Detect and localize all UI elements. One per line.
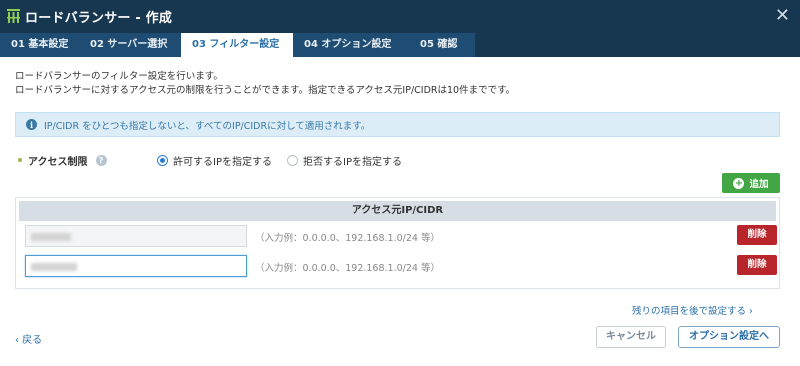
step-tabs: 01 基本設定 02 サーバー選択 03 フィルター設定 04 オプション設定 … (0, 33, 800, 57)
radio-allow-label[interactable]: 許可するIPを指定する (173, 153, 272, 168)
info-banner: i IP/CIDR をひとつも指定しないと、すべてのIP/CIDRに対して適用さ… (15, 112, 780, 137)
next-option-settings-button[interactable]: オプション設定へ (678, 326, 780, 348)
cancel-button[interactable]: キャンセル (596, 326, 666, 348)
tab-server-select[interactable]: 02 サーバー選択 (79, 33, 181, 57)
add-button[interactable]: + 追加 (722, 173, 780, 193)
ip-cidr-header: アクセス元IP/CIDR (19, 201, 776, 221)
dialog-titlebar: ロードバランサー - 作成 ✕ (0, 0, 800, 33)
ip-cidr-input[interactable] (25, 225, 247, 247)
description: ロードバランサーのフィルター設定を行います。 ロードバランサーに対するアクセス元… (15, 70, 515, 98)
back-link[interactable]: ‹ 戻る (15, 331, 42, 346)
tab-bar-spacer (475, 33, 800, 57)
radio-checked-icon[interactable] (157, 155, 168, 166)
plus-icon: + (733, 177, 745, 189)
tab-basic-settings[interactable]: 01 基本設定 (0, 33, 79, 57)
radio-deny-ip[interactable]: 拒否するIPを指定する (287, 153, 402, 168)
add-button-label: 追加 (749, 179, 769, 190)
info-icon: i (26, 119, 37, 130)
load-balancer-icon (6, 9, 20, 25)
access-restriction-row: アクセス制限 ? (18, 152, 107, 168)
help-icon[interactable]: ? (95, 154, 107, 166)
bullet-dot (18, 158, 22, 162)
set-later-link[interactable]: 残りの項目を後で設定する › (632, 303, 753, 317)
input-example-hint: （入力例：0.0.0.0、192.168.1.0/24 等） (255, 233, 440, 244)
info-text: IP/CIDR をひとつも指定しないと、すべてのIP/CIDRに対して適用されま… (44, 120, 371, 132)
description-line-2: ロードバランサーに対するアクセス元の制限を行うことができます。指定できるアクセス… (15, 85, 516, 96)
table-row: （入力例：0.0.0.0、192.168.1.0/24 等） 削除 (25, 225, 777, 247)
tab-option-settings[interactable]: 04 オプション設定 (293, 33, 409, 57)
close-icon[interactable]: ✕ (775, 6, 790, 26)
redacted-value (31, 263, 77, 271)
radio-allow-ip[interactable]: 許可するIPを指定する (157, 153, 272, 168)
access-restriction-label: アクセス制限 (28, 156, 88, 168)
input-example-hint: （入力例：0.0.0.0、192.168.1.0/24 等） (255, 263, 440, 274)
ip-cidr-input[interactable] (25, 255, 247, 277)
description-line-1: ロードバランサーのフィルター設定を行います。 (15, 71, 223, 82)
table-row: （入力例：0.0.0.0、192.168.1.0/24 等） 削除 (25, 255, 777, 277)
radio-unchecked-icon[interactable] (287, 155, 298, 166)
tab-confirm[interactable]: 05 確認 (409, 33, 475, 57)
dialog-title: ロードバランサー - 作成 (25, 11, 173, 26)
radio-deny-label[interactable]: 拒否するIPを指定する (303, 153, 402, 168)
delete-button[interactable]: 削除 (737, 255, 777, 275)
delete-button[interactable]: 削除 (737, 225, 777, 245)
ip-cidr-panel: アクセス元IP/CIDR （入力例：0.0.0.0、192.168.1.0/24… (15, 197, 780, 289)
redacted-value (31, 233, 71, 241)
tab-filter-settings[interactable]: 03 フィルター設定 (181, 33, 293, 57)
